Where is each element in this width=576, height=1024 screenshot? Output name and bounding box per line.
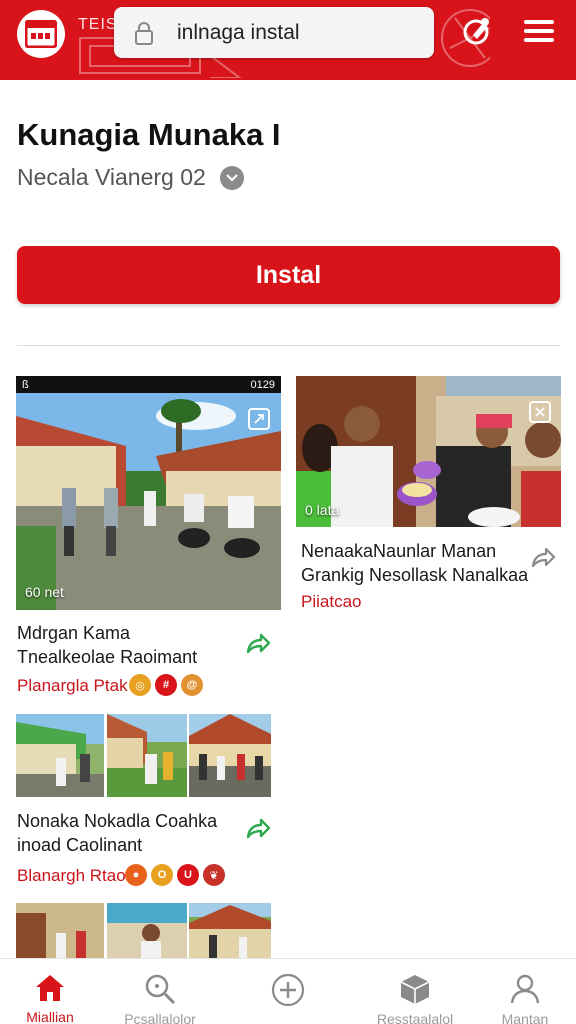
hamburger-menu-icon xyxy=(524,20,554,42)
sun-badge-icon: ◎ xyxy=(129,674,151,696)
card-1-share-button[interactable] xyxy=(244,630,272,658)
status-left-text: ß xyxy=(22,378,29,391)
card-3-title-line2[interactable]: inoad Caolinant xyxy=(17,833,142,857)
address-bar[interactable]: inlnaga instal xyxy=(114,7,434,58)
search-icon xyxy=(143,973,177,1005)
card-1-overlay-text: 60 net xyxy=(25,584,64,600)
store-logo-icon xyxy=(25,20,57,48)
top-app-bar: TEIS inlnaga instal xyxy=(0,0,576,80)
menu-button[interactable] xyxy=(522,14,556,48)
share-arrow-icon xyxy=(531,547,556,568)
crowd-photo xyxy=(189,714,271,797)
nav-label-library: Resstaalalol xyxy=(376,1011,454,1024)
card-1-image[interactable]: ß 0129 60 net xyxy=(16,376,281,610)
developer-name: Necala Vianerg 02 xyxy=(17,164,206,190)
card-1-title-line1[interactable]: Mdrgan Kama xyxy=(17,621,130,645)
card-2-title-line1[interactable]: NenaakaNaunlar Manan xyxy=(301,539,496,563)
card-3-image-1[interactable] xyxy=(16,714,104,797)
nav-item-add[interactable] xyxy=(233,959,343,1024)
package-icon xyxy=(398,973,432,1005)
card-2-overlay-text: 0 lata xyxy=(305,502,340,518)
profile-icon xyxy=(508,973,542,1005)
people-photo xyxy=(107,903,187,958)
lock-icon xyxy=(133,20,155,46)
card-4-image-3[interactable] xyxy=(189,903,271,958)
interior-photo xyxy=(16,903,104,958)
card-3-share-button[interactable] xyxy=(244,815,272,843)
chevron-down-icon[interactable] xyxy=(219,165,244,190)
brand-text: TEIS xyxy=(78,16,118,33)
card-3-image-3[interactable] xyxy=(189,714,271,797)
card-3-tag[interactable]: Blanargh Rtao xyxy=(17,866,126,886)
grid-badge-icon: # xyxy=(155,674,177,696)
share-arrow-icon xyxy=(246,633,271,654)
village-photo xyxy=(189,903,271,958)
status-time-text: 0129 xyxy=(250,378,275,391)
leaf-badge-icon: ❦ xyxy=(203,864,225,886)
install-button[interactable]: Instal xyxy=(17,246,560,304)
card-1-tag[interactable]: Planargla Ptak xyxy=(17,676,128,696)
section-divider xyxy=(17,345,560,346)
nav-item-library[interactable]: Resstaalalol xyxy=(360,959,470,1024)
expand-icon[interactable] xyxy=(248,408,270,430)
nav-item-profile[interactable]: Mantan xyxy=(470,959,576,1024)
bottom-navigation: Miallian Pcsallalolor Resstaalalol Manta… xyxy=(0,958,576,1024)
card-4-image-2[interactable] xyxy=(107,903,187,958)
circle-badge-icon: ● xyxy=(125,864,147,886)
card-2-share-button[interactable] xyxy=(529,544,557,572)
swirl-badge-icon: @ xyxy=(181,674,203,696)
developer-row[interactable]: Necala Vianerg 02 xyxy=(17,164,244,191)
card-3-badges: ● O U ❦ xyxy=(125,864,225,886)
nav-label-search: Pcsallalolor xyxy=(124,1011,196,1024)
card-4-image-1[interactable] xyxy=(16,903,104,958)
card-3-title-line1[interactable]: Nonaka Nokadla Coahka xyxy=(17,809,217,833)
nav-item-search[interactable]: Pcsallalolor xyxy=(105,959,215,1024)
card-1-title-line2[interactable]: Tnealkeolae Raoimant xyxy=(17,645,197,669)
home-icon xyxy=(33,973,67,1003)
card-1-badges: ◎ # @ xyxy=(129,674,203,696)
nav-label-home: Miallian xyxy=(26,1009,74,1024)
market-photo xyxy=(107,714,187,797)
card-2-image[interactable]: 0 lata xyxy=(296,376,561,527)
card-3-image-2[interactable] xyxy=(107,714,187,797)
o-badge-icon: O xyxy=(151,864,173,886)
globe-edit-icon xyxy=(463,18,489,45)
url-text: inlnaga instal xyxy=(177,20,300,44)
expand-icon[interactable] xyxy=(529,401,551,423)
village-street-photo xyxy=(16,376,281,610)
app-title: Kunagia Munaka I xyxy=(17,117,281,152)
u-badge-icon: U xyxy=(177,864,199,886)
nav-label-profile: Mantan xyxy=(501,1011,549,1024)
nav-item-home[interactable]: Miallian xyxy=(0,959,105,1024)
phone-status-bar: ß 0129 xyxy=(16,376,281,393)
card-2-tag[interactable]: Piiatcao xyxy=(301,592,361,612)
translate-button[interactable] xyxy=(460,14,494,48)
share-arrow-icon xyxy=(246,818,271,839)
app-logo-button[interactable] xyxy=(17,10,65,58)
add-circle-icon xyxy=(271,973,305,1007)
card-2-title-line2[interactable]: Grankig Nesollask Nanalkaa xyxy=(301,563,528,587)
street-photo xyxy=(16,714,104,797)
